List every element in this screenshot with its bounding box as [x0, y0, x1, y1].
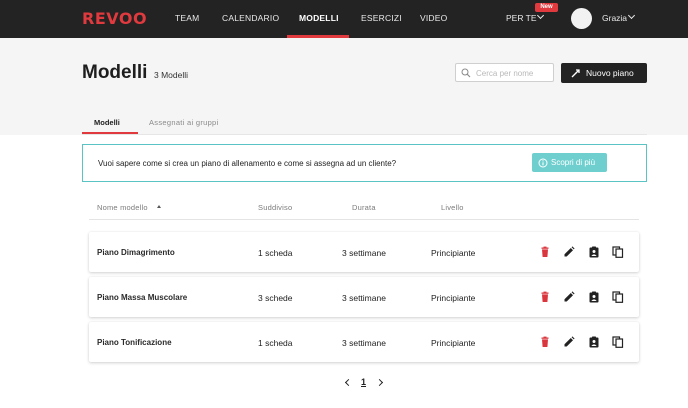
learn-more-label: Scopri di più	[551, 158, 596, 167]
plan-duration: 3 settimane	[342, 248, 386, 258]
table-row[interactable]: Piano Massa Muscolare 3 schede 3 settima…	[89, 277, 639, 317]
plan-level: Principiante	[431, 338, 476, 348]
page-title: Modelli	[82, 62, 148, 83]
copy-icon[interactable]	[612, 246, 624, 258]
copy-icon[interactable]	[612, 336, 624, 348]
table-header-divider	[89, 219, 639, 220]
search-box[interactable]	[455, 63, 554, 82]
column-header-duration: Durata	[352, 203, 376, 212]
new-plan-icon	[571, 69, 580, 78]
user-name-menu[interactable]: Grazia	[602, 13, 627, 23]
assign-clipboard-icon[interactable]	[588, 246, 600, 258]
revoo-logo[interactable]: REVOO	[82, 9, 147, 28]
models-count: 3 Modelli	[154, 70, 189, 80]
new-plan-button[interactable]: Nuovo piano	[561, 63, 647, 83]
delete-icon[interactable]	[539, 336, 551, 348]
column-header-name[interactable]: Nome modello	[97, 203, 148, 212]
new-plan-label: Nuovo piano	[586, 68, 634, 78]
nav-item-calendario[interactable]: CALENDARIO	[222, 13, 279, 23]
assign-clipboard-icon[interactable]	[588, 336, 600, 348]
pagination-next-icon[interactable]	[375, 378, 384, 387]
tabs-divider	[82, 134, 647, 135]
info-circle-icon	[538, 158, 548, 167]
edit-icon[interactable]	[563, 291, 575, 303]
search-icon	[461, 68, 471, 78]
pagination-prev-icon[interactable]	[344, 378, 353, 387]
nav-item-esercizi[interactable]: ESERCIZI	[361, 13, 402, 23]
per-te-menu[interactable]: PER TE	[506, 13, 537, 23]
user-chevron-down-icon[interactable]	[627, 11, 636, 20]
learn-more-button[interactable]: Scopri di più	[532, 153, 607, 172]
delete-icon[interactable]	[539, 291, 551, 303]
delete-icon[interactable]	[539, 246, 551, 258]
assign-clipboard-icon[interactable]	[588, 291, 600, 303]
plan-level: Principiante	[431, 293, 476, 303]
banner-text: Vuoi sapere come si crea un piano di all…	[98, 159, 397, 168]
nav-item-team[interactable]: TEAM	[175, 13, 199, 23]
top-navbar: REVOO TEAM CALENDARIO MODELLI ESERCIZI V…	[0, 0, 688, 38]
column-header-level: Livello	[441, 203, 464, 212]
plan-level: Principiante	[431, 248, 476, 258]
nav-item-video[interactable]: VIDEO	[420, 13, 447, 23]
sort-ascending-icon[interactable]	[157, 205, 161, 208]
pagination-page-current[interactable]: 1	[361, 377, 366, 387]
table-row[interactable]: Piano Tonificazione 1 scheda 3 settimane…	[89, 322, 639, 362]
copy-icon[interactable]	[612, 291, 624, 303]
plan-split: 3 schede	[258, 293, 293, 303]
nav-item-modelli[interactable]: MODELLI	[299, 13, 339, 23]
info-banner: Vuoi sapere come si crea un piano di all…	[82, 144, 647, 182]
tab-modelli[interactable]: Modelli	[94, 118, 120, 127]
search-input[interactable]	[476, 66, 552, 80]
plan-name: Piano Tonificazione	[97, 338, 172, 347]
user-avatar[interactable]	[571, 8, 592, 29]
plan-duration: 3 settimane	[342, 338, 386, 348]
plan-name: Piano Dimagrimento	[97, 248, 175, 257]
edit-icon[interactable]	[563, 246, 575, 258]
new-badge: New	[535, 3, 558, 12]
table-row[interactable]: Piano Dimagrimento 1 scheda 3 settimane …	[89, 232, 639, 272]
tab-assegnati-ai-gruppi[interactable]: Assegnati ai gruppi	[149, 118, 219, 127]
plan-split: 1 scheda	[258, 248, 293, 258]
plan-split: 1 scheda	[258, 338, 293, 348]
plan-name: Piano Massa Muscolare	[97, 293, 188, 302]
plan-duration: 3 settimane	[342, 293, 386, 303]
edit-icon[interactable]	[563, 336, 575, 348]
per-te-chevron-down-icon[interactable]	[536, 11, 545, 20]
column-header-split: Suddiviso	[258, 203, 293, 212]
